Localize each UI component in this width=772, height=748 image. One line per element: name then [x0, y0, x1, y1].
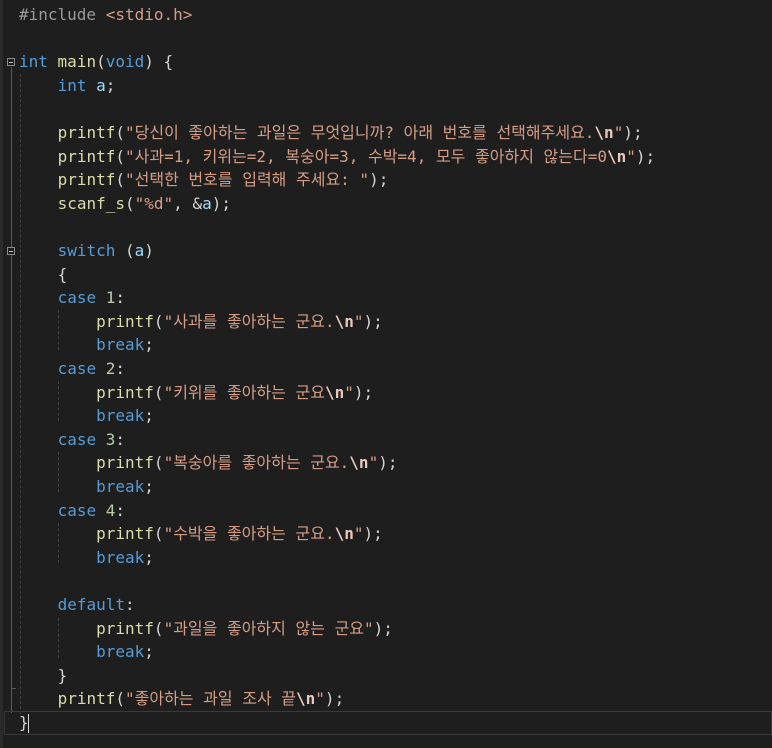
code-line[interactable]: int main(void) { — [19, 50, 173, 74]
editor-gutter — [0, 0, 3, 748]
code-line[interactable]: printf("과일을 좋아하지 않는 군요"); — [19, 617, 393, 641]
code-line[interactable]: #include <stdio.h> — [19, 3, 192, 27]
code-line[interactable]: printf("사과를 좋아하는 군요.\n"); — [19, 310, 383, 334]
code-line[interactable]: break; — [19, 404, 154, 428]
code-line[interactable]: printf("복숭아를 좋아하는 군요.\n"); — [19, 451, 397, 475]
code-line[interactable]: case 3: — [19, 428, 125, 452]
fold-end-switch — [11, 688, 16, 689]
code-line[interactable]: } — [19, 664, 68, 688]
code-line[interactable]: case 4: — [19, 499, 125, 523]
code-line[interactable]: switch (a) — [19, 239, 154, 263]
code-line[interactable]: { — [19, 263, 68, 287]
code-line[interactable]: break; — [19, 333, 154, 357]
code-line[interactable]: printf("좋아하는 과일 조사 끝\n"); — [19, 687, 345, 711]
code-line[interactable]: break; — [19, 546, 154, 570]
code-line[interactable]: case 2: — [19, 357, 125, 381]
text-cursor — [28, 714, 29, 733]
code-line[interactable]: default: — [19, 593, 135, 617]
code-line[interactable]: printf("사과=1, 키위는=2, 복숭아=3, 수박=4, 모두 좋아하… — [19, 145, 656, 169]
fold-toggle-main-icon[interactable] — [7, 58, 15, 66]
code-line[interactable]: printf("당신이 좋아하는 과일은 무엇입니까? 아래 번호를 선택해주세… — [19, 121, 643, 145]
code-line[interactable]: break; — [19, 475, 154, 499]
code-line[interactable]: printf("키위를 좋아하는 군요\n"); — [19, 381, 373, 405]
fold-toggle-switch-icon[interactable] — [7, 247, 15, 255]
code-line[interactable]: scanf_s("%d", &a); — [19, 192, 231, 216]
code-line[interactable]: break; — [19, 640, 154, 664]
code-line[interactable]: printf("선택한 번호를 입력해 주세요: "); — [19, 168, 389, 192]
code-line[interactable]: case 1: — [19, 286, 125, 310]
current-line-highlight — [4, 711, 772, 735]
fold-range-switch — [11, 256, 12, 688]
code-line[interactable]: int a; — [19, 74, 116, 98]
code-editor[interactable]: #include <stdio.h> int main(void) { int a… — [0, 0, 772, 748]
code-line[interactable]: printf("수박을 좋아하는 군요.\n"); — [19, 522, 383, 546]
